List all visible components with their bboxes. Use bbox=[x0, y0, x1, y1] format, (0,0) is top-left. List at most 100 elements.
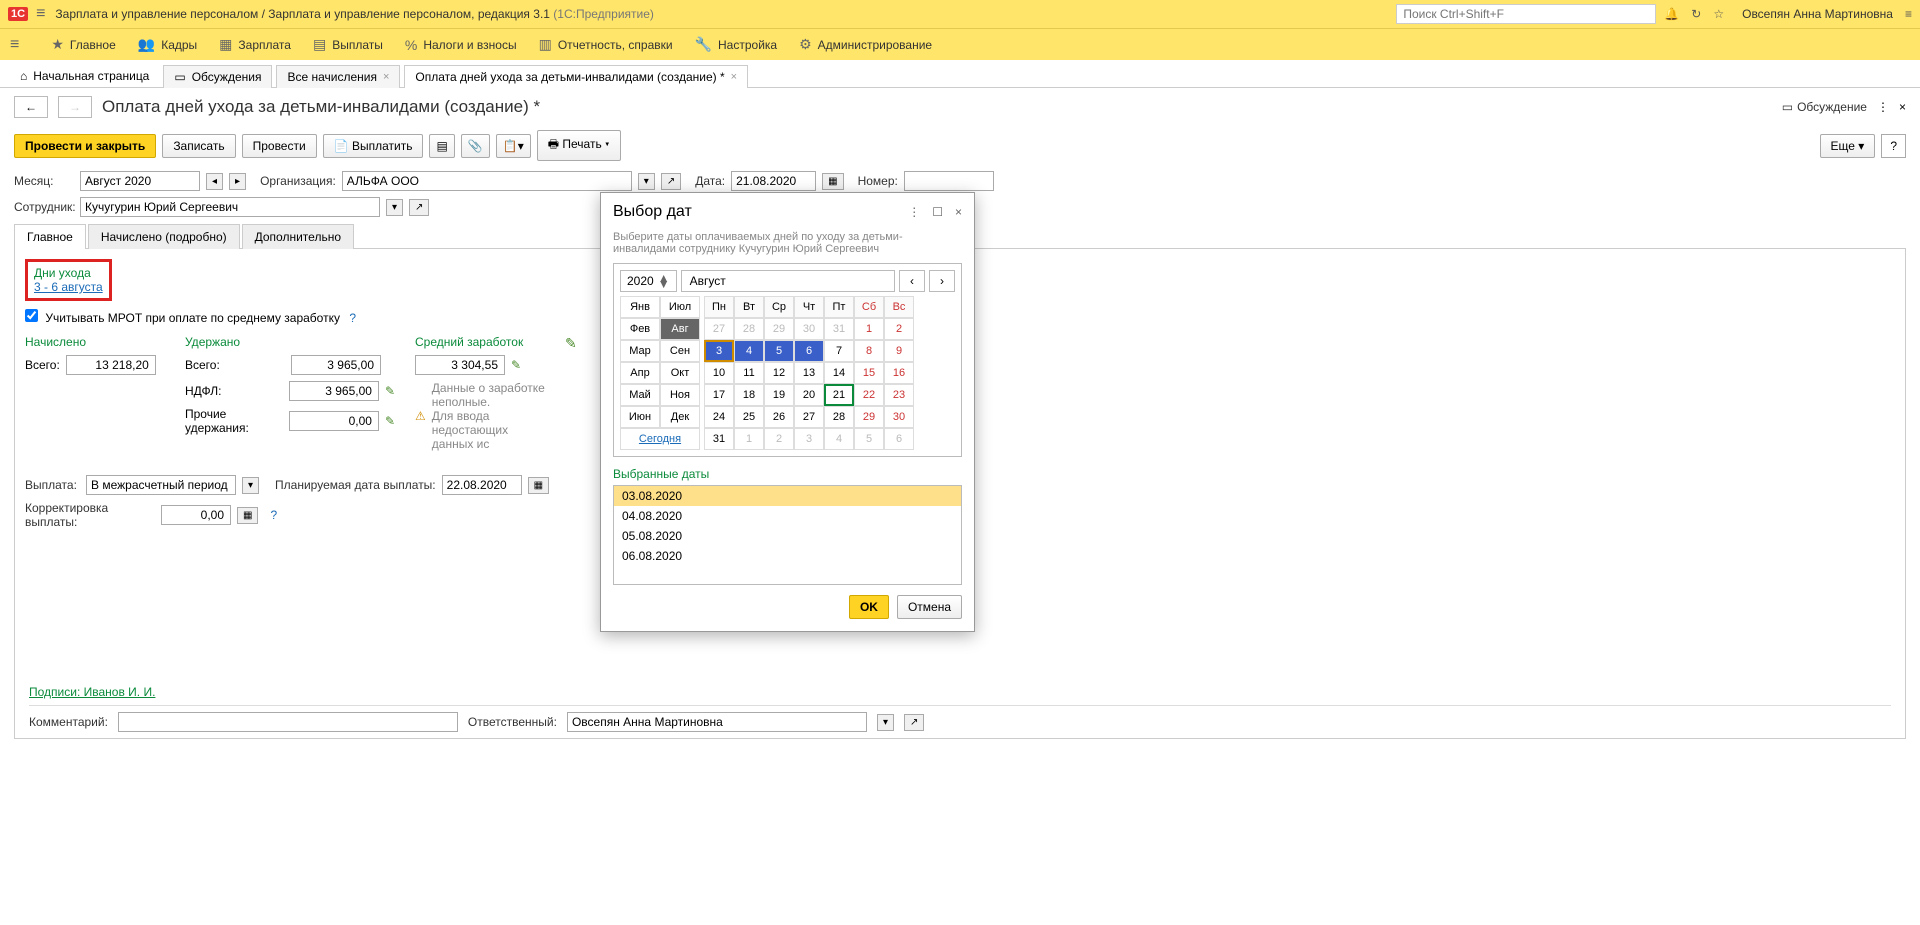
menu-vyplaty[interactable]: ▤Выплаты bbox=[313, 36, 383, 53]
day-cell[interactable]: 24 bbox=[704, 406, 734, 428]
day-cell[interactable]: 10 bbox=[704, 362, 734, 384]
tab-oplata[interactable]: Оплата дней ухода за детьми-инвалидами (… bbox=[404, 65, 748, 88]
prochie-value[interactable]: 0,00 bbox=[289, 411, 379, 431]
day-cell[interactable]: 25 bbox=[734, 406, 764, 428]
print-button[interactable]: 🖶 Печать ▾ bbox=[537, 130, 621, 161]
calendar-icon[interactable]: ▦ bbox=[528, 477, 549, 494]
day-cell[interactable]: 14 bbox=[824, 362, 854, 384]
days-range-link[interactable]: 3 - 6 августа bbox=[34, 280, 103, 294]
day-cell[interactable]: 11 bbox=[734, 362, 764, 384]
month-may[interactable]: Май bbox=[620, 384, 660, 406]
month-jan[interactable]: Янв bbox=[620, 296, 660, 318]
pencil-icon[interactable]: ✎ bbox=[511, 358, 521, 372]
org-input[interactable] bbox=[342, 171, 632, 191]
day-cell[interactable]: 28 bbox=[824, 406, 854, 428]
selected-date-item[interactable]: 04.08.2020 bbox=[614, 506, 961, 526]
more-button[interactable]: Еще ▾ bbox=[1820, 134, 1876, 158]
month-apr[interactable]: Апр bbox=[620, 362, 660, 384]
day-cell[interactable]: 30 bbox=[794, 318, 824, 340]
day-cell[interactable]: 21 bbox=[824, 384, 854, 406]
pencil-icon[interactable]: ✎ bbox=[385, 384, 395, 398]
mrot-checkbox[interactable] bbox=[25, 309, 38, 322]
month-dec[interactable]: Дек bbox=[660, 406, 700, 428]
menu-nalogi[interactable]: %Налоги и взносы bbox=[405, 37, 517, 53]
ndfl-value[interactable]: 3 965,00 bbox=[289, 381, 379, 401]
menu-nastroyka[interactable]: 🔧Настройка bbox=[695, 36, 778, 53]
responsible-dropdown[interactable]: ▾ bbox=[877, 714, 894, 731]
back-button[interactable]: ← bbox=[14, 96, 48, 118]
username[interactable]: Овсепян Анна Мартиновна bbox=[1742, 7, 1893, 21]
month-selector[interactable]: Август bbox=[681, 270, 895, 292]
day-cell[interactable]: 26 bbox=[764, 406, 794, 428]
signatures-link[interactable]: Подписи: Иванов И. И. bbox=[29, 685, 155, 699]
search-input[interactable] bbox=[1396, 4, 1656, 24]
uderzh-total[interactable]: 3 965,00 bbox=[291, 355, 381, 375]
month-oct[interactable]: Окт bbox=[660, 362, 700, 384]
menu-main[interactable]: ★Главное bbox=[51, 36, 115, 53]
kebab-icon[interactable]: ⋮ bbox=[1877, 100, 1889, 114]
tab-discuss[interactable]: ▭Обсуждения bbox=[163, 65, 272, 88]
month-mar[interactable]: Мар bbox=[620, 340, 660, 362]
month-jul[interactable]: Июл bbox=[660, 296, 700, 318]
help-icon[interactable]: ? bbox=[349, 311, 356, 325]
org-open-icon[interactable]: ↗ bbox=[661, 173, 681, 190]
day-cell[interactable]: 29 bbox=[764, 318, 794, 340]
day-cell[interactable]: 4 bbox=[824, 428, 854, 450]
ok-button[interactable]: OK bbox=[849, 595, 889, 619]
year-selector[interactable]: 2020▲▼ bbox=[620, 270, 677, 292]
selected-date-item[interactable]: 03.08.2020 bbox=[614, 486, 961, 506]
tab-all-nachis[interactable]: Все начисления× bbox=[276, 65, 400, 88]
day-cell[interactable]: 7 bbox=[824, 340, 854, 362]
discuss-link[interactable]: ▭Обсуждение bbox=[1782, 100, 1867, 114]
zapisat-button[interactable]: Записать bbox=[162, 134, 235, 158]
help-button[interactable]: ? bbox=[1881, 134, 1906, 158]
day-cell[interactable]: 2 bbox=[884, 318, 914, 340]
month-sep[interactable]: Сен bbox=[660, 340, 700, 362]
day-cell[interactable]: 5 bbox=[854, 428, 884, 450]
day-cell[interactable]: 13 bbox=[794, 362, 824, 384]
employee-open-icon[interactable]: ↗ bbox=[409, 199, 429, 216]
day-cell[interactable]: 23 bbox=[884, 384, 914, 406]
star-icon[interactable]: ☆ bbox=[1713, 7, 1724, 21]
month-aug[interactable]: Авг bbox=[660, 318, 700, 340]
menu-icon[interactable]: ≡ bbox=[1905, 7, 1912, 21]
day-cell[interactable]: 18 bbox=[734, 384, 764, 406]
history-icon[interactable]: ↻ bbox=[1691, 7, 1701, 21]
vyplatit-button[interactable]: 📄 Выплатить bbox=[323, 134, 424, 158]
close-icon[interactable]: × bbox=[731, 71, 737, 83]
day-cell[interactable]: 9 bbox=[884, 340, 914, 362]
day-cell[interactable]: 31 bbox=[824, 318, 854, 340]
day-cell[interactable]: 3 bbox=[704, 340, 734, 362]
copy-icon-button[interactable]: 📋▾ bbox=[496, 134, 531, 158]
maximize-icon[interactable]: ☐ bbox=[932, 205, 943, 219]
menu-admin[interactable]: ⚙Администрирование bbox=[799, 36, 932, 53]
day-cell[interactable]: 3 bbox=[794, 428, 824, 450]
day-cell[interactable]: 19 bbox=[764, 384, 794, 406]
day-cell[interactable]: 6 bbox=[884, 428, 914, 450]
day-cell[interactable]: 29 bbox=[854, 406, 884, 428]
close-icon[interactable]: × bbox=[1899, 100, 1906, 114]
menu-otchet[interactable]: ▥Отчетность, справки bbox=[539, 36, 673, 53]
plandate-input[interactable] bbox=[442, 475, 522, 495]
day-cell[interactable]: 28 bbox=[734, 318, 764, 340]
korr-value[interactable]: 0,00 bbox=[161, 505, 231, 525]
day-cell[interactable]: 27 bbox=[794, 406, 824, 428]
home-tab[interactable]: ⌂Начальная страница bbox=[10, 65, 159, 87]
day-cell[interactable]: 16 bbox=[884, 362, 914, 384]
menu-zarplata[interactable]: ▦Зарплата bbox=[219, 36, 291, 53]
month-feb[interactable]: Фев bbox=[620, 318, 660, 340]
sredniy-value[interactable]: 3 304,55 bbox=[415, 355, 505, 375]
pencil-icon[interactable]: ✎ bbox=[565, 335, 577, 351]
pencil-icon[interactable]: ✎ bbox=[385, 414, 395, 428]
day-cell[interactable]: 6 bbox=[794, 340, 824, 362]
inner-tab-dop[interactable]: Дополнительно bbox=[242, 224, 354, 249]
kebab-icon[interactable]: ⋮ bbox=[908, 205, 920, 219]
today-link[interactable]: Сегодня bbox=[620, 428, 700, 450]
list-icon-button[interactable]: ▤ bbox=[429, 134, 454, 158]
employee-input[interactable] bbox=[80, 197, 380, 217]
bell-icon[interactable]: 🔔 bbox=[1664, 7, 1679, 21]
help-icon[interactable]: ? bbox=[270, 508, 277, 522]
inner-tab-nachis[interactable]: Начислено (подробно) bbox=[88, 224, 240, 249]
month-nov[interactable]: Ноя bbox=[660, 384, 700, 406]
day-cell[interactable]: 4 bbox=[734, 340, 764, 362]
